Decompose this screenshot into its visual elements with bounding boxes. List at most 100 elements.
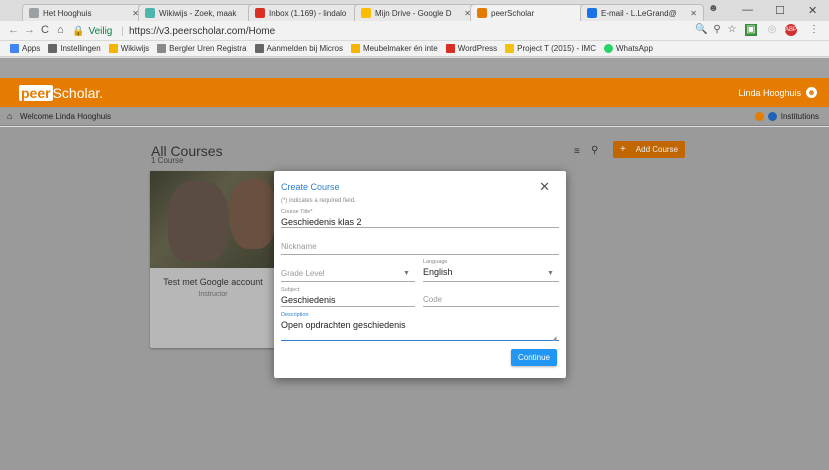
extension-icon[interactable]: ◎ xyxy=(766,24,778,36)
chevron-down-icon: ▼ xyxy=(403,270,410,277)
bookmark-whatsapp[interactable]: WhatsApp xyxy=(604,44,653,53)
user-menu[interactable]: Linda Hooghuis ☻ xyxy=(738,87,817,98)
tab-label: Mijn Drive - Google D xyxy=(375,8,452,18)
close-icon[interactable]: ✕ xyxy=(690,9,697,18)
search-icon[interactable]: ⚲ xyxy=(591,145,598,156)
field-underline xyxy=(281,281,415,282)
tab-het-hooghuis[interactable]: Het Hooghuis ✕ xyxy=(22,4,146,21)
tab-wikiwijs[interactable]: Wikiwijs - Zoek, maak ✕ xyxy=(138,4,262,21)
site-icon xyxy=(505,44,515,53)
create-course-dialog: Create Course ✕ (*) indicates a required… xyxy=(274,171,566,378)
close-icon[interactable]: ✕ xyxy=(539,179,550,195)
institutions-menu[interactable]: Institutions xyxy=(754,112,819,121)
tab-label: Het Hooghuis xyxy=(43,8,92,18)
forward-icon[interactable]: → xyxy=(24,24,35,36)
tab-label: peerScholar xyxy=(491,8,535,18)
required-note: (*) indicates a required field. xyxy=(281,198,356,204)
drive-icon xyxy=(361,8,371,18)
course-card[interactable]: Test met Google account Instructor xyxy=(150,171,276,348)
bookmark-label: WordPress xyxy=(457,44,498,53)
tab-label: E-mail - L.LeGrand@ xyxy=(601,8,677,18)
welcome-text: Welcome Linda Hooghuis xyxy=(20,112,112,121)
tab-favicon-icon xyxy=(29,8,39,18)
bookmark-meubelmaker[interactable]: Meubelmaker én inte xyxy=(351,44,438,53)
windows-icon xyxy=(254,44,264,53)
profile-icon[interactable]: ☻ xyxy=(708,3,719,14)
help-icon[interactable] xyxy=(754,112,764,121)
course-title-field[interactable]: Course Title* Geschiedenis klas 2 xyxy=(281,209,559,228)
window-close-icon[interactable]: ✕ xyxy=(808,4,817,17)
tab-mijn-drive[interactable]: Mijn Drive - Google D ✕ xyxy=(354,4,478,21)
maximize-icon[interactable]: ☐ xyxy=(775,4,785,17)
back-icon[interactable]: ← xyxy=(8,24,19,36)
nickname-field[interactable]: Nickname xyxy=(281,239,559,255)
bookmark-label: Wikiwijs xyxy=(120,44,150,53)
minimize-icon[interactable]: — xyxy=(742,4,753,16)
nickname-placeholder: Nickname xyxy=(281,242,317,251)
language-label: Language xyxy=(423,259,448,265)
sheep-image xyxy=(168,181,228,261)
field-underline xyxy=(423,306,559,307)
code-field[interactable]: Code xyxy=(423,291,559,307)
page-icon xyxy=(157,44,167,53)
separator: | xyxy=(121,25,124,37)
home-icon[interactable]: ⌂ xyxy=(7,111,12,121)
logo-scholar: Scholar. xyxy=(52,85,104,101)
adblock-icon[interactable]: ABP xyxy=(785,24,797,36)
bookmark-star-icon[interactable]: ☆ xyxy=(726,24,738,36)
bookmark-aanmelden[interactable]: Aanmelden bij Micros xyxy=(254,44,344,53)
extension-icon[interactable]: ▣ xyxy=(745,24,757,36)
apps-icon xyxy=(10,44,19,53)
dialog-title: Create Course xyxy=(281,182,340,192)
bookmark-wikiwijs[interactable]: Wikiwijs xyxy=(108,44,150,53)
zoom-icon[interactable]: 🔍 xyxy=(695,24,707,36)
grade-level-select[interactable]: Grade Level ▼ xyxy=(281,264,415,282)
course-title-label: Course Title* xyxy=(281,209,313,215)
gmail-icon xyxy=(255,8,265,18)
description-label: Description xyxy=(281,312,309,318)
subject-field[interactable]: Subject Geschiedenis xyxy=(281,287,415,307)
bookmark-label: Apps xyxy=(22,44,41,53)
bookmark-label: Aanmelden bij Micros xyxy=(266,44,344,53)
filter-icon[interactable]: ≡ xyxy=(574,146,580,157)
resize-handle-icon[interactable]: ◢ xyxy=(552,335,557,342)
course-card-role: Instructor xyxy=(198,291,228,298)
course-card-title: Test met Google account xyxy=(163,277,263,287)
chevron-down-icon: ▼ xyxy=(547,270,554,277)
browser-tab-strip: Het Hooghuis ✕ Wikiwijs - Zoek, maak ✕ I… xyxy=(0,0,829,21)
browser-toolbar: ← → C ⌂ 🔒 Veilig | https://v3.peerschola… xyxy=(0,21,829,41)
welcome-bar: ⌂ Welcome Linda Hooghuis Institutions xyxy=(0,107,829,126)
logo-peer: peer xyxy=(19,85,53,101)
continue-button[interactable]: Continue xyxy=(511,349,557,366)
bookmark-project-t[interactable]: Project T (2015) - IMC xyxy=(505,44,596,53)
course-count: 1 Course xyxy=(151,156,184,165)
language-select[interactable]: Language English ▼ xyxy=(423,259,559,282)
bookmark-label: Instellingen xyxy=(60,44,101,53)
outlook-icon xyxy=(587,8,597,18)
bookmark-instellingen[interactable]: Instellingen xyxy=(48,44,101,53)
subject-value: Geschiedenis xyxy=(281,295,336,305)
reload-icon[interactable]: C xyxy=(41,24,49,36)
add-course-button[interactable]: + Add Course xyxy=(613,141,685,158)
peerscholar-logo[interactable]: peer Scholar. xyxy=(19,85,103,101)
home-icon[interactable]: ⌂ xyxy=(57,24,64,36)
language-value: English xyxy=(423,267,453,277)
bookmarks-bar: Apps Instellingen Wikiwijs Bergler Uren … xyxy=(0,41,829,57)
extension-pin-icon[interactable]: ⚲ xyxy=(711,24,723,36)
page-top-band xyxy=(0,58,829,78)
bookmark-wordpress[interactable]: WordPress xyxy=(445,44,498,53)
wordpress-icon xyxy=(445,44,455,53)
tab-peerscholar[interactable]: peerScholar ✕ xyxy=(470,4,594,21)
menu-icon[interactable]: ⋮ xyxy=(808,24,820,36)
bookmark-bergler[interactable]: Bergler Uren Registra xyxy=(157,44,247,53)
plus-icon: + xyxy=(619,144,626,155)
description-textarea[interactable]: Description Open opdrachten geschiedenis xyxy=(281,312,559,341)
description-value: Open opdrachten geschiedenis xyxy=(281,320,406,330)
tab-email[interactable]: E-mail - L.LeGrand@ ✕ xyxy=(580,4,704,21)
bookmark-apps[interactable]: Apps xyxy=(10,44,40,53)
sheep-image xyxy=(230,179,276,249)
folder-icon xyxy=(108,44,118,53)
user-name: Linda Hooghuis xyxy=(738,87,801,98)
address-bar[interactable]: 🔒 Veilig | https://v3.peerscholar.com/Ho… xyxy=(72,23,672,39)
course-image xyxy=(150,171,276,268)
